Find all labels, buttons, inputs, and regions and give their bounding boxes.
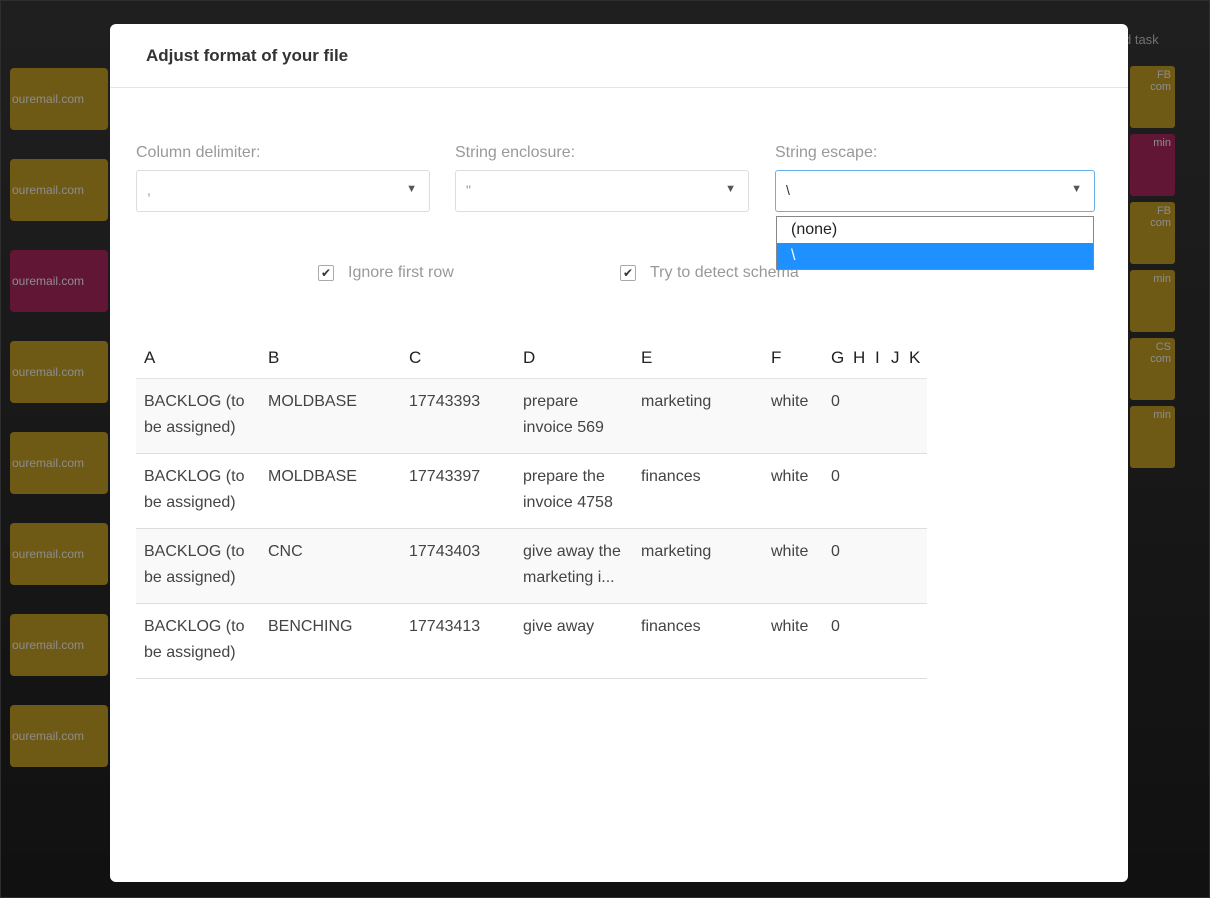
ignore-first-row-label[interactable]: Ignore first row xyxy=(348,264,454,282)
column-delimiter-value: , xyxy=(147,182,151,198)
preview-table: A B C D E F G H I J K BACKLOG (to be ass… xyxy=(136,338,927,679)
table-cell: finances xyxy=(633,603,763,679)
table-cell: marketing xyxy=(633,528,763,604)
column-header: I xyxy=(871,338,887,379)
table-cell: BACKLOG (to be assigned) xyxy=(136,528,260,604)
table-cell: 0 xyxy=(823,603,849,679)
column-delimiter-select[interactable]: , ▼ xyxy=(136,170,430,212)
detect-schema-checkbox[interactable]: ✔ xyxy=(620,265,636,281)
table-cell: MOLDBASE xyxy=(260,378,401,454)
table-cell xyxy=(905,528,927,604)
table-cell: prepare invoice 569 xyxy=(515,378,633,454)
string-escape-dropdown: (none) \ xyxy=(776,216,1094,270)
table-cell: 17743403 xyxy=(401,528,515,604)
column-header: A xyxy=(136,338,260,379)
table-cell: white xyxy=(763,378,823,454)
column-header: G xyxy=(823,338,849,379)
modal-header: Adjust format of your file xyxy=(110,24,1128,88)
ignore-first-row-row: ✔ Ignore first row xyxy=(318,264,454,282)
table-cell xyxy=(849,453,871,529)
table-cell: CNC xyxy=(260,528,401,604)
table-cell: prepare the invoice 4758 xyxy=(515,453,633,529)
table-cell xyxy=(849,528,871,604)
column-header: F xyxy=(763,338,823,379)
table-cell: BACKLOG (to be assigned) xyxy=(136,453,260,529)
table-cell: white xyxy=(763,528,823,604)
table-cell: 17743393 xyxy=(401,378,515,454)
column-header: D xyxy=(515,338,633,379)
table-row: BACKLOG (to be assigned) BENCHING 17743413… xyxy=(136,603,927,679)
column-header: J xyxy=(887,338,905,379)
table-cell: BACKLOG (to be assigned) xyxy=(136,603,260,679)
string-escape-value: \ xyxy=(786,182,790,198)
escape-option-none[interactable]: (none) xyxy=(777,217,1093,243)
column-header: B xyxy=(260,338,401,379)
table-cell: MOLDBASE xyxy=(260,453,401,529)
string-escape-label: String escape: xyxy=(775,144,878,161)
table-cell: 0 xyxy=(823,528,849,604)
string-enclosure-label: String enclosure: xyxy=(455,144,576,161)
column-header: H xyxy=(849,338,871,379)
column-header: E xyxy=(633,338,763,379)
table-cell xyxy=(871,453,887,529)
table-cell xyxy=(905,378,927,454)
chevron-down-icon: ▼ xyxy=(1071,183,1082,195)
table-row: BACKLOG (to be assigned) MOLDBASE 17743397… xyxy=(136,453,927,529)
table-cell: BENCHING xyxy=(260,603,401,679)
detect-schema-row: ✔ Try to detect schema xyxy=(620,264,799,282)
table-cell xyxy=(887,378,905,454)
table-cell: BACKLOG (to be assigned) xyxy=(136,378,260,454)
table-cell xyxy=(887,603,905,679)
string-enclosure-value: " xyxy=(466,182,471,198)
string-enclosure-field: String enclosure: " ▼ xyxy=(455,144,749,212)
table-cell xyxy=(887,528,905,604)
table-cell: give away the marketing i... xyxy=(515,528,633,604)
table-cell xyxy=(887,453,905,529)
table-row: BACKLOG (to be assigned) MOLDBASE 17743393… xyxy=(136,378,927,454)
table-cell xyxy=(905,453,927,529)
ignore-first-row-checkbox[interactable]: ✔ xyxy=(318,265,334,281)
table-cell: 17743413 xyxy=(401,603,515,679)
table-cell xyxy=(905,603,927,679)
column-header: K xyxy=(905,338,927,379)
table-cell: marketing xyxy=(633,378,763,454)
table-cell: white xyxy=(763,603,823,679)
table-row: BACKLOG (to be assigned) CNC 17743403 give … xyxy=(136,528,927,604)
column-delimiter-label: Column delimiter: xyxy=(136,144,261,161)
table-cell: 0 xyxy=(823,453,849,529)
table-cell: give away xyxy=(515,603,633,679)
table-cell xyxy=(871,528,887,604)
table-cell xyxy=(871,378,887,454)
string-escape-select[interactable]: \ ▼ xyxy=(775,170,1095,212)
table-cell: finances xyxy=(633,453,763,529)
adjust-format-modal: Adjust format of your file Column delimi… xyxy=(110,24,1128,882)
modal-title: Adjust format of your file xyxy=(146,46,349,65)
string-escape-field: String escape: \ ▼ xyxy=(775,144,1095,212)
chevron-down-icon: ▼ xyxy=(406,183,417,195)
chevron-down-icon: ▼ xyxy=(725,183,736,195)
column-delimiter-field: Column delimiter: , ▼ xyxy=(136,144,430,212)
table-cell xyxy=(849,378,871,454)
table-cell: 0 xyxy=(823,378,849,454)
column-header: C xyxy=(401,338,515,379)
string-enclosure-select[interactable]: " ▼ xyxy=(455,170,749,212)
table-cell: white xyxy=(763,453,823,529)
table-cell xyxy=(871,603,887,679)
preview-header-row: A B C D E F G H I J K xyxy=(136,338,927,379)
table-cell: 17743397 xyxy=(401,453,515,529)
table-cell xyxy=(849,603,871,679)
preview-body: BACKLOG (to be assigned) MOLDBASE 17743393… xyxy=(136,378,927,679)
escape-option-backslash[interactable]: \ xyxy=(777,243,1093,269)
